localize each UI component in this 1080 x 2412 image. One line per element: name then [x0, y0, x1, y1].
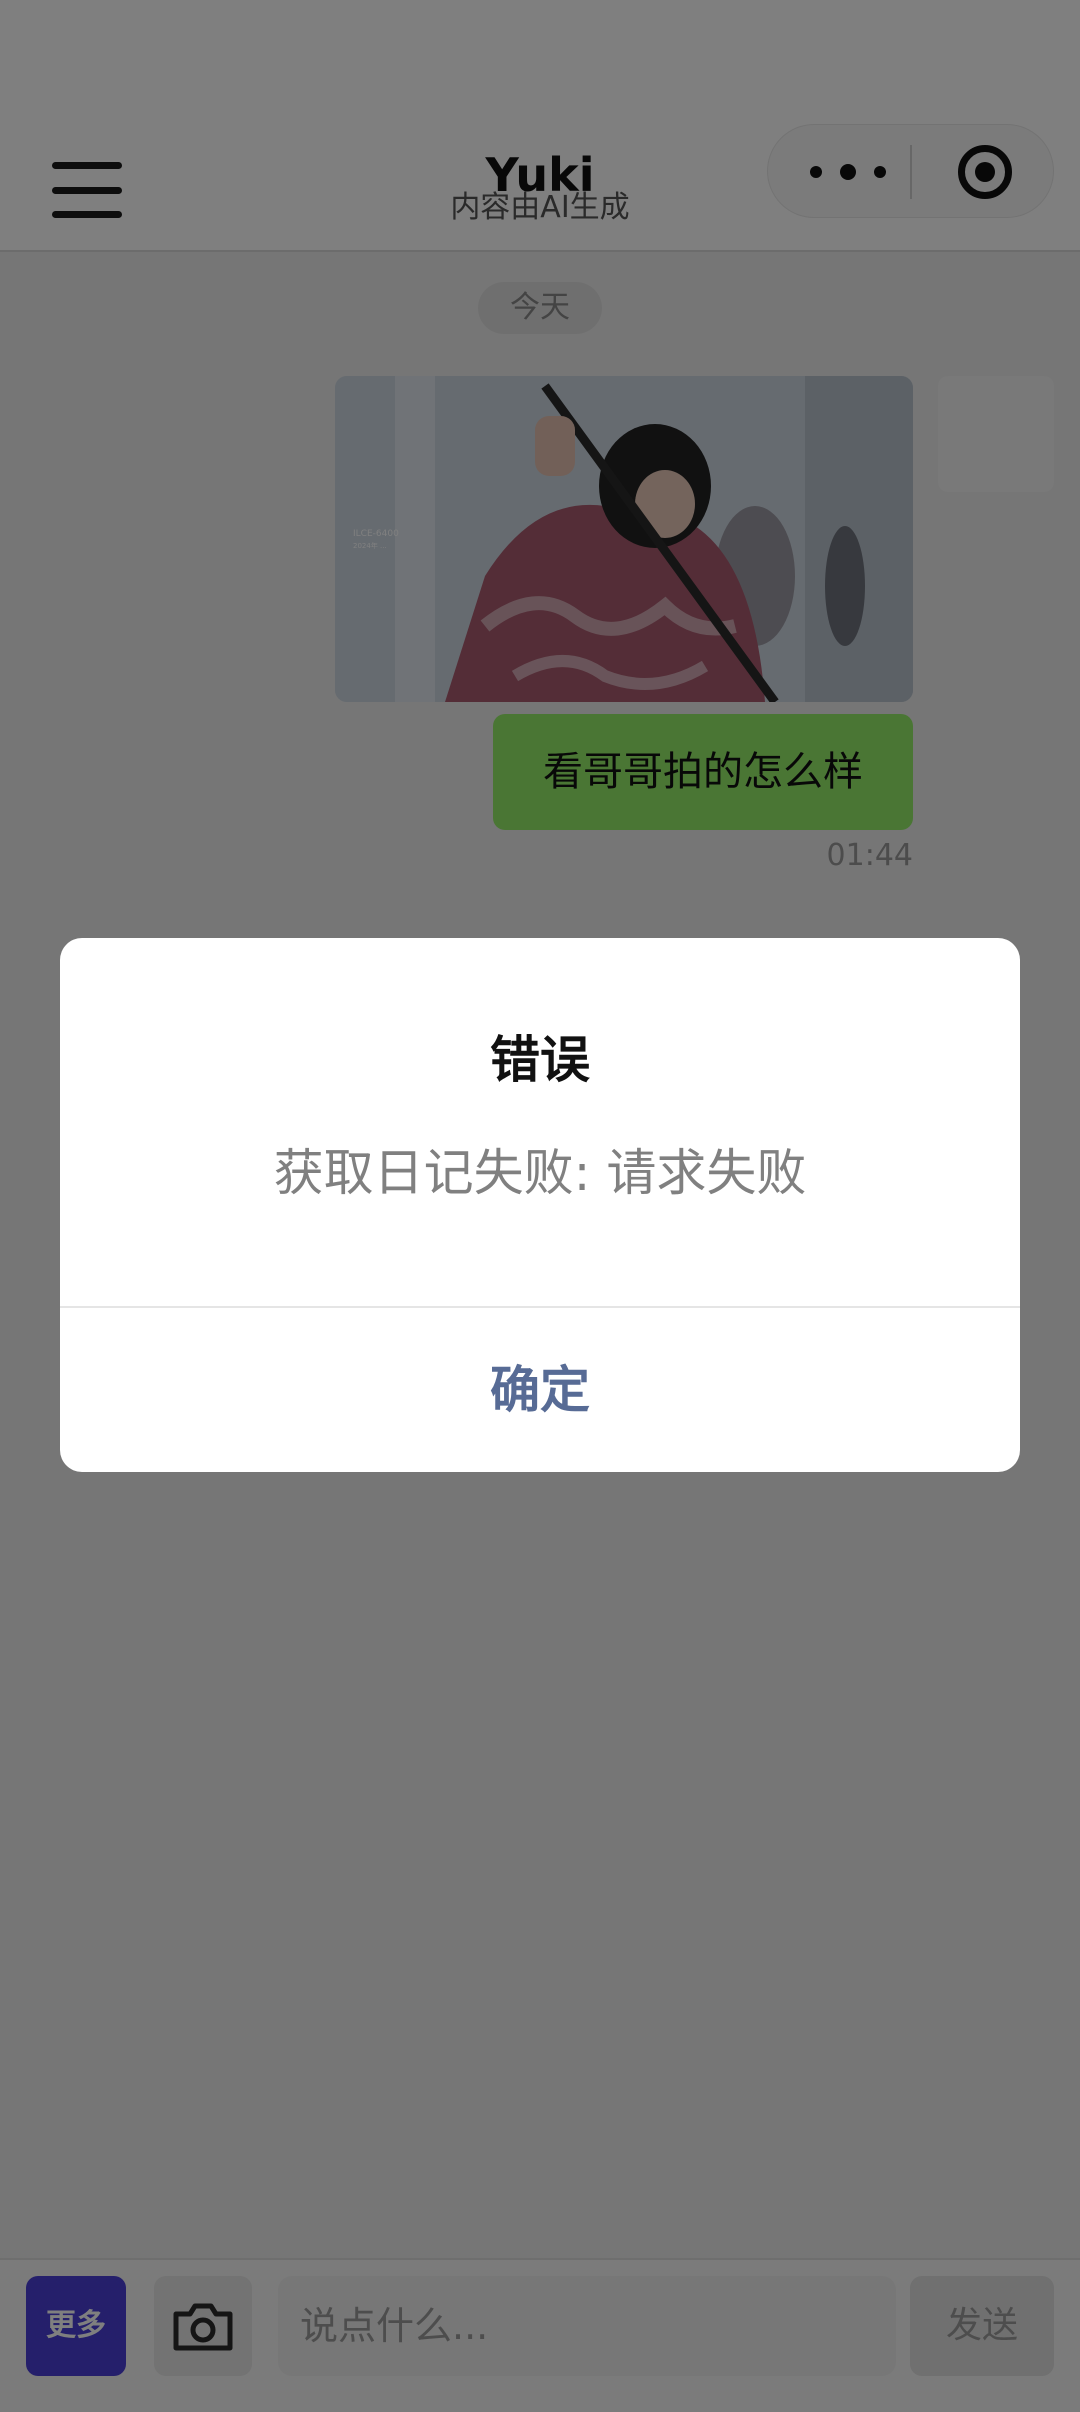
dialog-title: 错误 [490, 1031, 590, 1089]
confirm-button[interactable]: 确定 [60, 1308, 1020, 1472]
dialog-message: 获取日记失败: 请求失败 [273, 1144, 807, 1202]
error-dialog: 错误 获取日记失败: 请求失败 确定 [60, 938, 1020, 1472]
